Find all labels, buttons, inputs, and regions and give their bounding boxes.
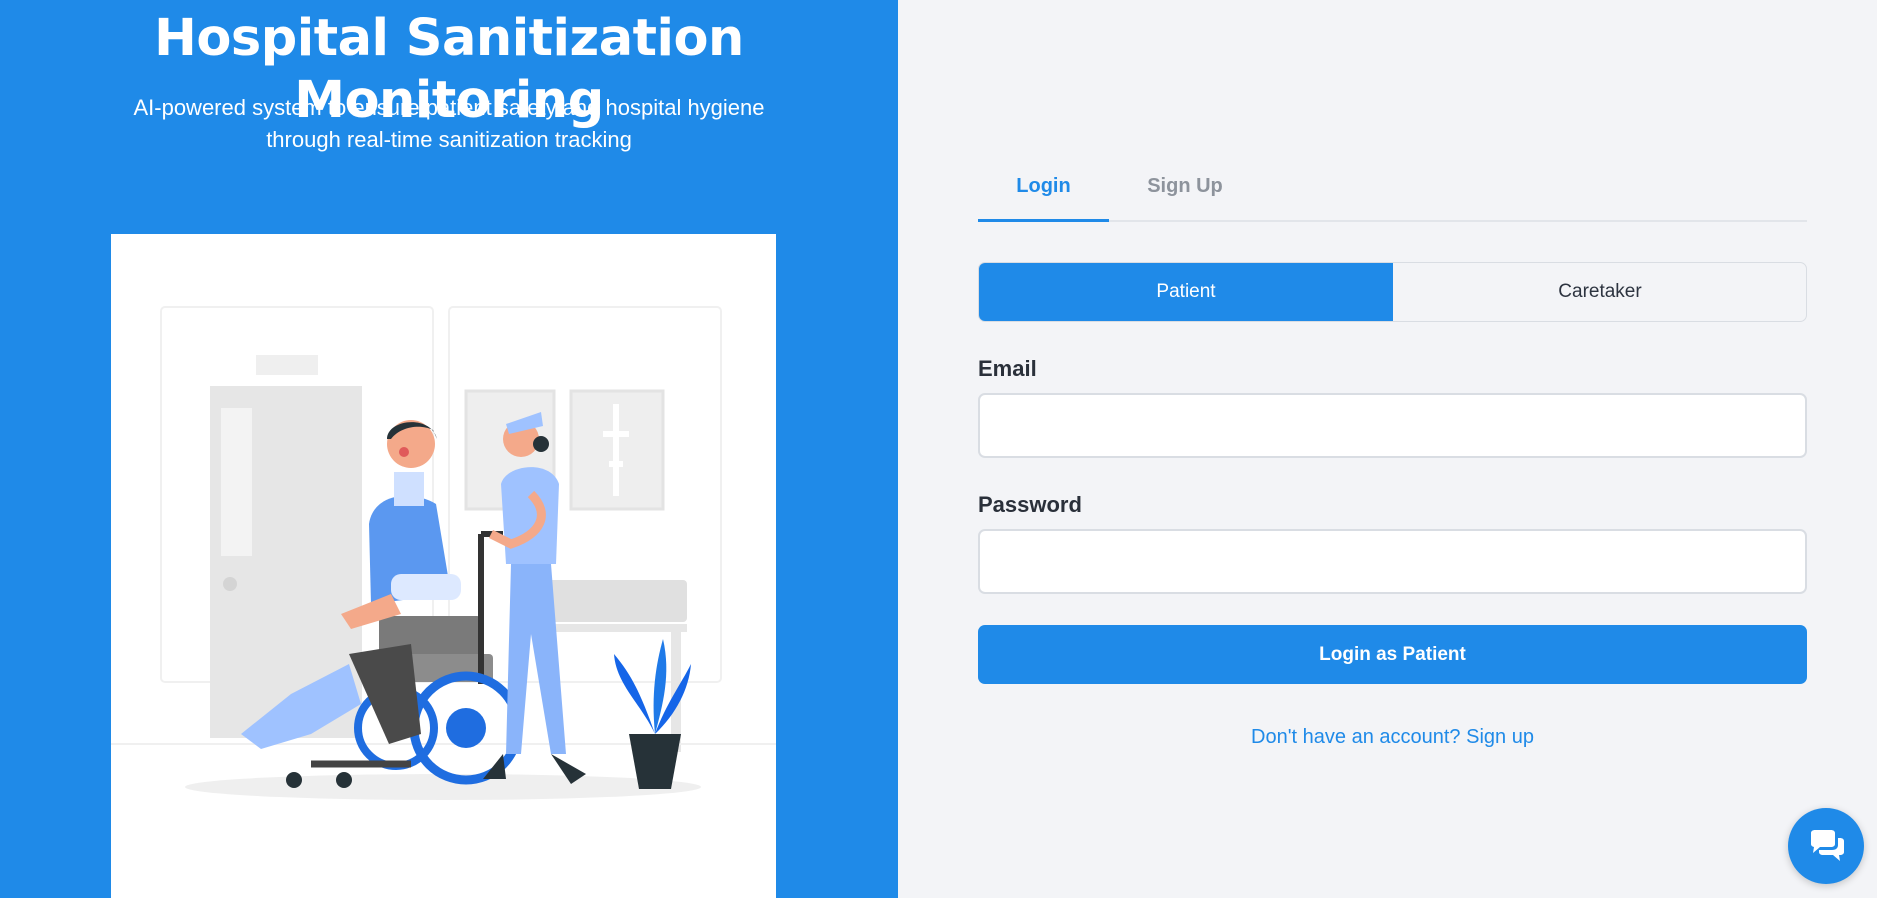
signup-link[interactable]: Don't have an account? Sign up: [978, 726, 1807, 749]
tab-login[interactable]: Login: [978, 160, 1109, 222]
hero-panel: Hospital Sanitization Monitoring AI-powe…: [0, 0, 898, 898]
auth-tabs: Login Sign Up: [978, 160, 1807, 222]
chat-bubbles-icon: [1811, 830, 1844, 861]
role-toggle: Patient Caretaker: [978, 262, 1807, 322]
login-button[interactable]: Login as Patient: [978, 625, 1807, 684]
hero-illustration: [111, 234, 776, 898]
hero-subtitle: AI-powered system to ensure patient safe…: [133, 95, 765, 152]
email-label: Email: [978, 356, 1037, 381]
email-input[interactable]: [978, 393, 1807, 458]
chat-button[interactable]: [1788, 808, 1864, 884]
password-input[interactable]: [978, 529, 1807, 594]
auth-panel: Login Sign Up Patient Caretaker Email Pa…: [898, 0, 1877, 898]
tab-signup[interactable]: Sign Up: [1109, 160, 1261, 222]
role-patient-button[interactable]: Patient: [979, 263, 1393, 321]
wheelchair-nurse-illustration: [111, 306, 776, 800]
role-caretaker-button[interactable]: Caretaker: [1393, 263, 1806, 321]
password-label: Password: [978, 492, 1082, 517]
